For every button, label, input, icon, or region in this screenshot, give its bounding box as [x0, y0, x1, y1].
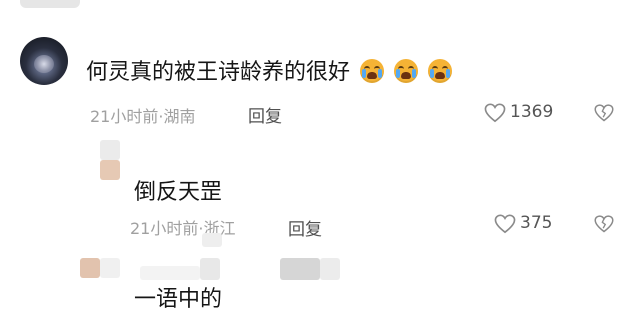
mosaic-overlay — [200, 258, 220, 280]
comment-text: 何灵真的被王诗龄养的很好 — [86, 59, 453, 87]
mosaic-overlay — [202, 233, 222, 247]
mosaic-overlay — [320, 258, 340, 280]
avatar[interactable] — [20, 37, 68, 85]
crying-face-emoji-icon — [360, 59, 385, 83]
avatar-pixel — [100, 258, 120, 278]
crying-face-emoji-icon — [428, 59, 453, 83]
mosaic-overlay — [140, 266, 200, 280]
comment-time-location: 21小时前·湖南 — [90, 107, 196, 126]
comment-body: 一语中的 — [134, 287, 223, 312]
avatar[interactable] — [100, 140, 120, 160]
cropped-previous-avatar — [20, 0, 80, 8]
reply-button[interactable]: 回复 — [288, 215, 322, 240]
broken-heart-icon[interactable] — [594, 103, 614, 123]
heart-icon[interactable] — [494, 214, 516, 234]
reply-button[interactable]: 回复 — [248, 102, 282, 127]
like-count: 375 — [520, 213, 553, 233]
crying-face-emoji-icon — [394, 59, 419, 83]
mosaic-overlay — [280, 258, 320, 280]
like-count: 1369 — [510, 102, 554, 122]
broken-heart-icon[interactable] — [594, 214, 614, 234]
comment-body: 倒反天罡 — [134, 180, 223, 205]
heart-icon[interactable] — [484, 103, 506, 123]
avatar-pixel — [100, 160, 120, 180]
avatar[interactable] — [80, 258, 100, 278]
comment-body: 何灵真的被王诗龄养的很好 — [86, 60, 351, 85]
